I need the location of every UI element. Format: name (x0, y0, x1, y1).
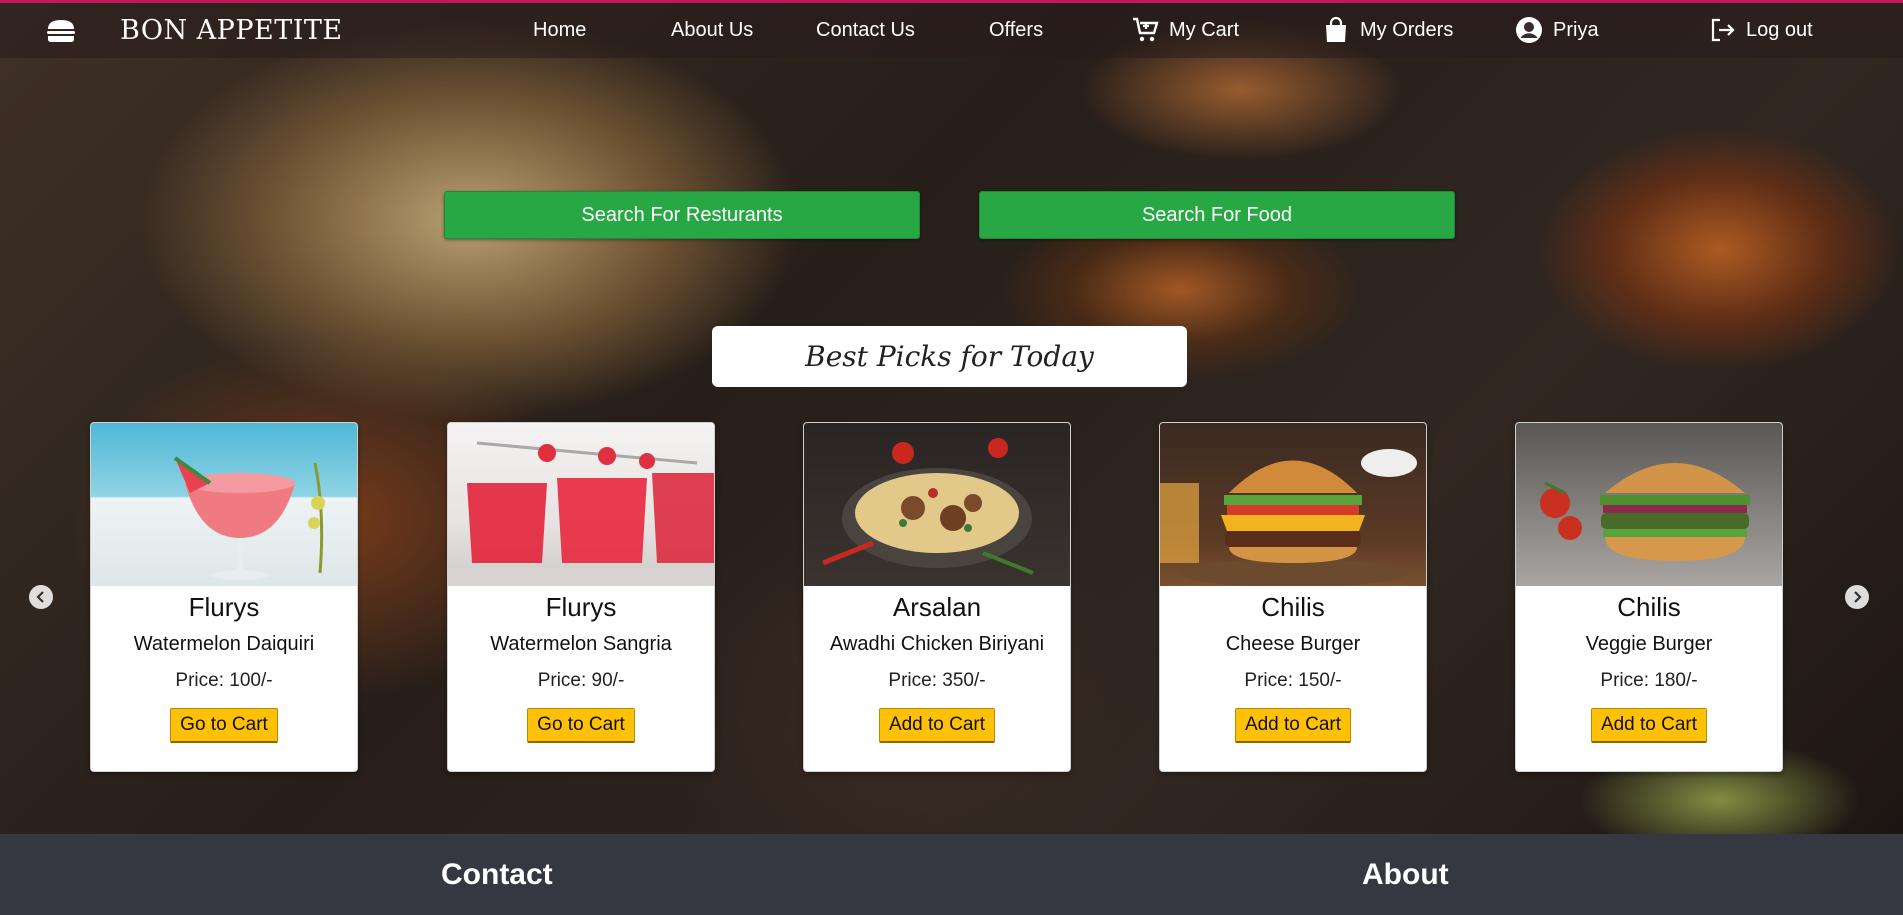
product-card: Chilis Cheese Burger Price: 150/- Add to… (1159, 422, 1427, 772)
biriyani-image (804, 423, 1070, 586)
chevron-right-icon (1854, 591, 1862, 603)
logout-icon (1711, 18, 1735, 42)
card-dish-name: Watermelon Daiquiri (133, 633, 315, 655)
card-price: Price: 150/- (1244, 670, 1342, 691)
nav-offers-link[interactable]: Offers (989, 19, 1043, 42)
nav-logout-link[interactable]: Log out (1708, 16, 1813, 44)
footer: Contact About (0, 834, 1903, 915)
card-restaurant-name: Flurys (188, 592, 260, 622)
go-to-cart-button[interactable]: Go to Cart (527, 708, 635, 743)
nav-orders-label: My Orders (1360, 18, 1454, 41)
product-card: Flurys Watermelon Sangria Price: 90/- Go… (447, 422, 715, 772)
chevron-left-icon (36, 591, 44, 603)
card-dish-name: Veggie Burger (1585, 633, 1713, 655)
nav-orders-link[interactable]: My Orders (1322, 16, 1453, 44)
nav-cart-label: My Cart (1169, 18, 1239, 41)
card-dish-name: Cheese Burger (1225, 633, 1361, 655)
card-dish-name: Watermelon Sangria (490, 633, 672, 655)
navbar: BON APPETITE Home About Us Contact Us Of… (0, 0, 1903, 58)
card-price: Price: 180/- (1600, 670, 1698, 691)
nav-user-name: Priya (1553, 18, 1599, 41)
card-restaurant-name: Chilis (1617, 592, 1681, 622)
card-price: Price: 350/- (888, 670, 986, 691)
carousel-prev-button[interactable] (29, 585, 53, 609)
nav-home-link[interactable]: Home (533, 19, 586, 42)
card-price: Price: 100/- (175, 670, 273, 691)
brand-name[interactable]: BON APPETITE (120, 15, 343, 46)
nav-user-link[interactable]: Priya (1515, 16, 1599, 44)
nav-cart-link[interactable]: My Cart (1131, 16, 1239, 44)
card-restaurant-name: Arsalan (892, 592, 982, 622)
best-picks-heading: Best Picks for Today (712, 326, 1187, 387)
nav-contact-link[interactable]: Contact Us (816, 19, 915, 42)
go-to-cart-button[interactable]: Go to Cart (170, 708, 278, 743)
card-dish-name: Awadhi Chicken Biriyani (829, 633, 1045, 655)
add-to-cart-button[interactable]: Add to Cart (1590, 708, 1708, 743)
card-restaurant-name: Chilis (1261, 592, 1325, 622)
nav-logout-label: Log out (1746, 18, 1813, 41)
burger-icon[interactable] (46, 19, 76, 43)
product-card: Chilis Veggie Burger Price: 180/- Add to… (1515, 422, 1783, 772)
search-food-button[interactable]: Search For Food (979, 191, 1455, 239)
card-restaurant-name: Flurys (545, 592, 617, 622)
nav-about-link[interactable]: About Us (671, 19, 753, 42)
search-restaurants-button[interactable]: Search For Resturants (444, 191, 920, 239)
watermelon-sangria-image (448, 423, 714, 586)
product-card: Flurys Watermelon Daiquiri Price: 100/- … (90, 422, 358, 772)
carousel-next-button[interactable] (1845, 585, 1869, 609)
shopping-bag-icon (1326, 16, 1346, 42)
cart-icon (1133, 17, 1159, 42)
watermelon-daiquiri-image (91, 423, 357, 586)
card-price: Price: 90/- (537, 670, 625, 691)
product-card: Arsalan Awadhi Chicken Biriyani Price: 3… (803, 422, 1071, 772)
footer-contact-heading: Contact (441, 858, 553, 891)
veggie-burger-image (1516, 423, 1782, 586)
footer-about-heading: About (1362, 858, 1449, 891)
user-circle-icon (1516, 17, 1542, 43)
cheese-burger-image (1160, 423, 1426, 586)
add-to-cart-button[interactable]: Add to Cart (1234, 708, 1352, 743)
add-to-cart-button[interactable]: Add to Cart (878, 708, 996, 743)
